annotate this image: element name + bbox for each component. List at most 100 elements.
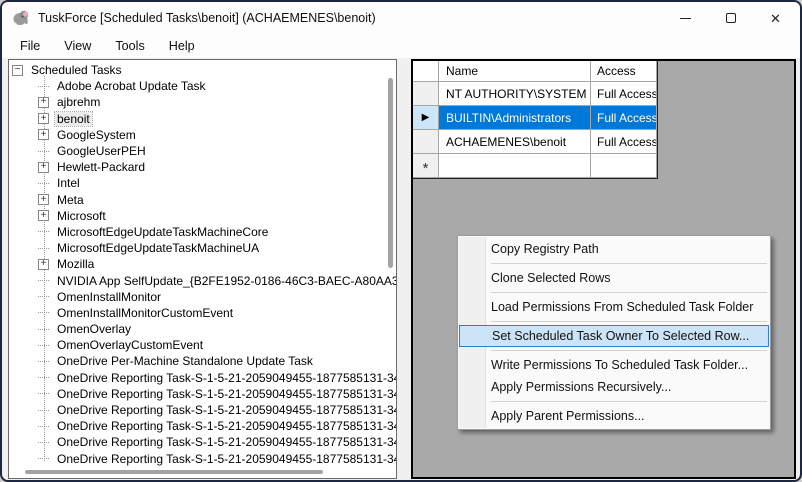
expand-icon[interactable]: + [38,259,49,270]
tree-item-label[interactable]: Scheduled Tasks [29,63,124,77]
tree-item-label[interactable]: OneDrive Reporting Task-S-1-5-21-2059049… [55,419,397,433]
tree-item-omenoverlaycustomevent[interactable]: OmenOverlayCustomEvent [12,337,386,353]
tree-item-label[interactable]: OneDrive Reporting Task-S-1-5-21-2059049… [55,387,397,401]
expand-icon[interactable]: + [38,129,49,140]
tree-item-googleuserpeh[interactable]: GoogleUserPEH [12,143,386,159]
menu-view[interactable]: View [54,36,101,56]
grid-cell-access[interactable]: Full Access [591,106,657,130]
grid-corner-cell[interactable] [413,61,439,82]
tree-item-label[interactable]: OneDrive Reporting Task-S-1-5-21-2059049… [55,452,397,466]
grid-row[interactable]: ▶BUILTIN\AdministratorsFull Access [413,106,657,130]
tree-leaf-connector [38,86,49,87]
maximize-button[interactable] [708,2,753,34]
tree-item-nvidia[interactable]: NVIDIA App SelfUpdate_{B2FE1952-0186-46C… [12,272,386,288]
tree-item-label[interactable]: ajbrehm [55,95,102,109]
tree-leaf-connector [38,426,49,427]
tree-item-onedrive[interactable]: OneDrive Reporting Task-S-1-5-21-2059049… [12,370,386,386]
grid-cell-name-empty[interactable] [439,154,591,178]
collapse-icon[interactable]: − [12,65,23,76]
grid-cell-access[interactable]: Full Access [591,130,657,154]
minimize-button[interactable] [663,2,708,34]
tree-item-label[interactable]: OneDrive Reporting Task-S-1-5-21-2059049… [55,371,397,385]
tree-item-onedrive[interactable]: OneDrive Reporting Task-S-1-5-21-2059049… [12,386,386,402]
tree-item-label[interactable]: Meta [55,193,86,207]
context-menu-item-set-scheduled-task-owner-to-selected-row[interactable]: Set Scheduled Task Owner To Selected Row… [459,325,769,347]
tree-leaf-connector [38,377,49,378]
tree-item-label[interactable]: OmenInstallMonitorCustomEvent [55,306,235,320]
scheduled-tasks-tree: −Scheduled TasksAdobe Acrobat Update Tas… [8,59,397,479]
grid-column-header-access[interactable]: Access [591,61,657,82]
tree-item-label[interactable]: OneDrive Per-Machine Standalone Update T… [55,354,315,368]
tree-horizontal-scrollbar[interactable] [25,470,323,474]
tree-item-omeninstallmonitor[interactable]: OmenInstallMonitor [12,289,386,305]
context-menu-item-clone-selected-rows[interactable]: Clone Selected Rows [458,267,770,289]
menu-help[interactable]: Help [159,36,205,56]
tree-item-microsoftedgeupdatetaskmachinecore[interactable]: MicrosoftEdgeUpdateTaskMachineCore [12,224,386,240]
tree-item-scheduled[interactable]: −Scheduled Tasks [12,62,386,78]
grid-cell-name[interactable]: BUILTIN\Administrators [439,106,591,130]
grid-column-header-name[interactable]: Name [439,61,591,82]
tree-item-onedrive[interactable]: OneDrive Reporting Task-S-1-5-21-2059049… [12,451,386,467]
tree-item-label[interactable]: Adobe Acrobat Update Task [55,79,208,93]
context-menu-separator [491,263,767,264]
tree-item-label[interactable]: Mozilla [55,257,96,271]
minimize-icon [680,18,691,19]
grid-row-selector[interactable] [413,130,439,154]
tree-item-label[interactable]: MicrosoftEdgeUpdateTaskMachineCore [55,225,270,239]
tree-item-microsoftedgeupdatetaskmachineua[interactable]: MicrosoftEdgeUpdateTaskMachineUA [12,240,386,256]
tree-item-microsoft[interactable]: + Microsoft [12,208,386,224]
tree-item-benoit[interactable]: + benoit [12,111,386,127]
expand-icon[interactable]: + [38,210,49,221]
tree-item-omeninstallmonitorcustomevent[interactable]: OmenInstallMonitorCustomEvent [12,305,386,321]
grid-cell-access-empty[interactable] [591,154,657,178]
grid-row-selector[interactable] [413,82,439,106]
grid-new-row[interactable]: * [413,154,657,178]
menu-tools[interactable]: Tools [105,36,154,56]
context-menu-separator [491,292,767,293]
tree-item-label[interactable]: benoit [55,112,92,126]
tree-item-googlesystem[interactable]: + GoogleSystem [12,127,386,143]
context-menu-item-apply-parent-permissions[interactable]: Apply Parent Permissions... [458,405,770,427]
grid-row[interactable]: NT AUTHORITY\SYSTEMFull Access [413,82,657,106]
tree-item-hewlett-packard[interactable]: + Hewlett-Packard [12,159,386,175]
tree-item-label[interactable]: OneDrive Reporting Task-S-1-5-21-2059049… [55,435,397,449]
tree-item-ajbrehm[interactable]: + ajbrehm [12,94,386,110]
grid-row[interactable]: ACHAEMENES\benoitFull Access [413,130,657,154]
tree-vertical-scrollbar[interactable] [388,78,393,268]
tree-item-label[interactable]: OmenInstallMonitor [55,290,163,304]
tree-item-meta[interactable]: + Meta [12,192,386,208]
tree-item-onedrive[interactable]: OneDrive Reporting Task-S-1-5-21-2059049… [12,402,386,418]
tree-item-omenoverlay[interactable]: OmenOverlay [12,321,386,337]
tree-item-label[interactable]: OmenOverlayCustomEvent [55,338,205,352]
grid-cell-name[interactable]: NT AUTHORITY\SYSTEM [439,82,591,106]
expand-icon[interactable]: + [38,97,49,108]
grid-cell-access[interactable]: Full Access [591,82,657,106]
tree-item-label[interactable]: OneDrive Reporting Task-S-1-5-21-2059049… [55,403,397,417]
tree-item-label[interactable]: GoogleSystem [55,128,138,142]
tree-item-onedrive[interactable]: OneDrive Reporting Task-S-1-5-21-2059049… [12,434,386,450]
context-menu-item-load-permissions-from-scheduled-task-fol[interactable]: Load Permissions From Scheduled Task Fol… [458,296,770,318]
tree-item-onedrive[interactable]: OneDrive Reporting Task-S-1-5-21-2059049… [12,418,386,434]
tree-item-label[interactable]: Hewlett-Packard [55,160,147,174]
expand-icon[interactable]: + [38,194,49,205]
context-menu-item-write-permissions-to-scheduled-task-fold[interactable]: Write Permissions To Scheduled Task Fold… [458,354,770,376]
tree-item-label[interactable]: GoogleUserPEH [55,144,148,158]
tree-item-label[interactable]: NVIDIA App SelfUpdate_{B2FE1952-0186-46C… [55,274,397,288]
tree-item-label[interactable]: Intel [55,176,82,190]
grid-row-selector-current[interactable]: ▶ [413,106,439,130]
grid-cell-name[interactable]: ACHAEMENES\benoit [439,130,591,154]
tree-item-label[interactable]: OmenOverlay [55,322,133,336]
tree-item-intel[interactable]: Intel [12,175,386,191]
expand-icon[interactable]: + [38,162,49,173]
context-menu-item-copy-registry-path[interactable]: Copy Registry Path [458,238,770,260]
tree-item-mozilla[interactable]: + Mozilla [12,256,386,272]
tree-item-adobe[interactable]: Adobe Acrobat Update Task [12,78,386,94]
expand-icon[interactable]: + [38,113,49,124]
tree-item-label[interactable]: MicrosoftEdgeUpdateTaskMachineUA [55,241,261,255]
grid-new-row-selector[interactable]: * [413,154,439,178]
close-button[interactable]: ✕ [753,2,798,34]
context-menu-item-apply-permissions-recursively[interactable]: Apply Permissions Recursively... [458,376,770,398]
tree-item-label[interactable]: Microsoft [55,209,108,223]
tree-item-onedrive[interactable]: OneDrive Per-Machine Standalone Update T… [12,353,386,369]
menu-file[interactable]: File [10,36,50,56]
